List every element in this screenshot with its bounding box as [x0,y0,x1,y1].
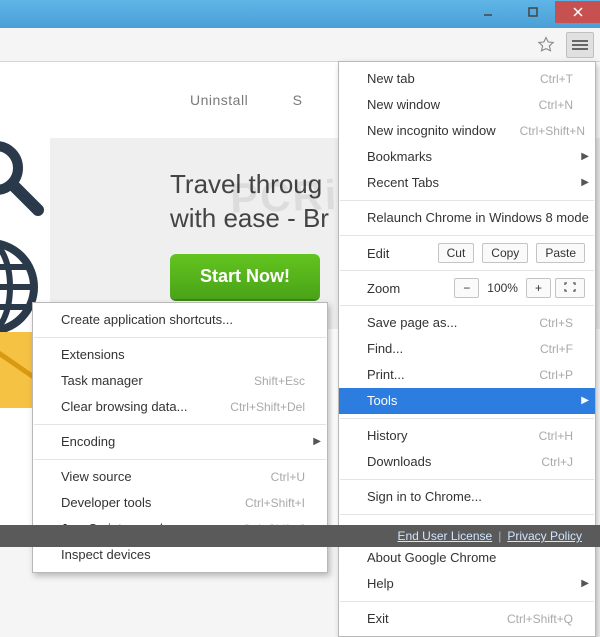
start-now-button[interactable]: Start Now! [170,254,320,299]
chevron-right-icon: ▶ [581,174,589,192]
menu-separator [340,270,594,271]
menu-new-incognito[interactable]: New incognito windowCtrl+Shift+N [339,118,595,144]
browser-toolbar [0,28,600,62]
bookmark-star-button[interactable] [532,32,560,58]
menu-separator [340,305,594,306]
menu-new-tab[interactable]: New tabCtrl+T [339,66,595,92]
nav-s[interactable]: S [293,92,303,108]
menu-sign-in[interactable]: Sign in to Chrome... [339,484,595,510]
menu-new-window[interactable]: New windowCtrl+N [339,92,595,118]
menu-save-page[interactable]: Save page as...Ctrl+S [339,310,595,336]
submenu-encoding[interactable]: Encoding▶ [33,429,327,455]
menu-bookmarks[interactable]: Bookmarks▶ [339,144,595,170]
nav-uninstall[interactable]: Uninstall [190,92,248,108]
submenu-extensions[interactable]: Extensions [33,342,327,368]
menu-separator [34,459,326,460]
menu-relaunch-win8[interactable]: Relaunch Chrome in Windows 8 mode [339,205,595,231]
footer-privacy-link[interactable]: Privacy Policy [507,529,582,543]
zoom-in-button[interactable]: + [526,278,551,298]
submenu-dev-tools[interactable]: Developer toolsCtrl+Shift+I [33,490,327,516]
chevron-right-icon: ▶ [581,148,589,166]
menu-separator [340,479,594,480]
window-minimize-button[interactable] [465,1,510,23]
menu-help[interactable]: Help▶ [339,571,595,597]
chevron-right-icon: ▶ [313,433,321,451]
footer-eula-link[interactable]: End User License [397,529,492,543]
menu-separator [340,200,594,201]
fullscreen-button[interactable] [555,278,585,298]
menu-separator [340,601,594,602]
menu-separator [340,514,594,515]
submenu-task-manager[interactable]: Task managerShift+Esc [33,368,327,394]
hamburger-icon [572,37,588,53]
menu-exit[interactable]: ExitCtrl+Shift+Q [339,606,595,632]
main-menu-button[interactable] [566,32,594,58]
page-footer: End User License | Privacy Policy [0,525,600,547]
chevron-right-icon: ▶ [581,392,589,410]
menu-separator [340,418,594,419]
submenu-create-shortcuts[interactable]: Create application shortcuts... [33,307,327,333]
menu-print[interactable]: Print...Ctrl+P [339,362,595,388]
submenu-clear-data[interactable]: Clear browsing data...Ctrl+Shift+Del [33,394,327,420]
main-menu: New tabCtrl+T New windowCtrl+N New incog… [338,61,596,637]
magnifier-icon [0,132,50,222]
menu-history[interactable]: HistoryCtrl+H [339,423,595,449]
menu-find[interactable]: Find...Ctrl+F [339,336,595,362]
chevron-right-icon: ▶ [581,575,589,593]
window-maximize-button[interactable] [510,1,555,23]
edit-paste-button[interactable]: Paste [536,243,585,263]
menu-edit-label: Edit [367,246,430,261]
window-titlebar [0,0,600,28]
footer-divider: | [498,529,501,543]
menu-zoom-row: Zoom − 100% + [339,275,595,301]
window-close-button[interactable] [555,1,600,23]
menu-zoom-label: Zoom [367,281,446,296]
submenu-view-source[interactable]: View sourceCtrl+U [33,464,327,490]
edit-copy-button[interactable]: Copy [482,243,528,263]
menu-separator [34,337,326,338]
menu-separator [340,235,594,236]
menu-tools[interactable]: Tools▶ [339,388,595,414]
menu-downloads[interactable]: DownloadsCtrl+J [339,449,595,475]
menu-recent-tabs[interactable]: Recent Tabs▶ [339,170,595,196]
fullscreen-icon [564,282,576,292]
menu-edit-row: Edit Cut Copy Paste [339,240,595,266]
edit-cut-button[interactable]: Cut [438,243,475,263]
zoom-percent: 100% [483,281,522,295]
menu-separator [34,424,326,425]
zoom-out-button[interactable]: − [454,278,479,298]
menu-about[interactable]: About Google Chrome [339,545,595,571]
